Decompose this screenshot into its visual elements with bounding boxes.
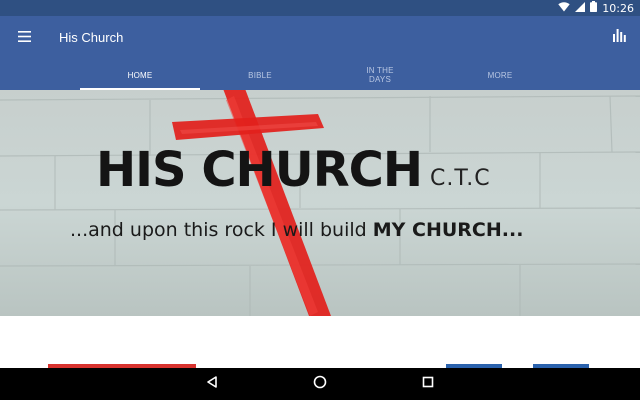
back-button[interactable] (202, 374, 222, 394)
tab-more[interactable]: MORE (440, 60, 560, 90)
banner-title-row: HIS CHURCH C.T.C (96, 142, 491, 198)
menu-button[interactable] (12, 28, 36, 48)
banner-tagline: ...and upon this rock I will build MY CH… (70, 218, 523, 242)
status-time: 10:26 (602, 1, 634, 15)
bar-chart-icon (612, 29, 626, 47)
recents-button[interactable] (418, 374, 438, 394)
tab-bible[interactable]: BIBLE (200, 60, 320, 90)
hamburger-menu-icon (17, 29, 31, 47)
status-icons: 10:26 (558, 0, 634, 16)
tab-in-the-days[interactable]: IN THE DAYS (320, 60, 440, 90)
status-bar: 10:26 (0, 0, 640, 16)
signal-icon (575, 0, 586, 17)
app-title: His Church (59, 30, 124, 45)
content-area (0, 316, 640, 368)
home-icon (313, 375, 327, 394)
recents-icon (422, 375, 434, 393)
tab-home[interactable]: HOME (80, 60, 200, 90)
battery-icon (590, 0, 598, 17)
red-cross-graphic (172, 90, 331, 316)
home-button[interactable] (310, 374, 330, 394)
back-icon (206, 375, 218, 393)
banner-title: HIS CHURCH (96, 142, 423, 198)
banner-title-suffix: C.T.C (430, 166, 491, 191)
navigation-bar (0, 368, 640, 400)
banner-tagline-bold: MY CHURCH... (372, 219, 524, 241)
stats-button[interactable] (608, 28, 630, 48)
banner-image: HIS CHURCH C.T.C ...and upon this rock I… (0, 90, 640, 316)
wifi-icon (558, 0, 570, 17)
tab-bar: HOME BIBLE IN THE DAYS MORE (80, 60, 560, 90)
app-bar: His Church HOME BIBLE IN THE DAYS MORE (0, 16, 640, 90)
banner-tagline-lead: ...and upon this rock I will build (70, 219, 373, 241)
